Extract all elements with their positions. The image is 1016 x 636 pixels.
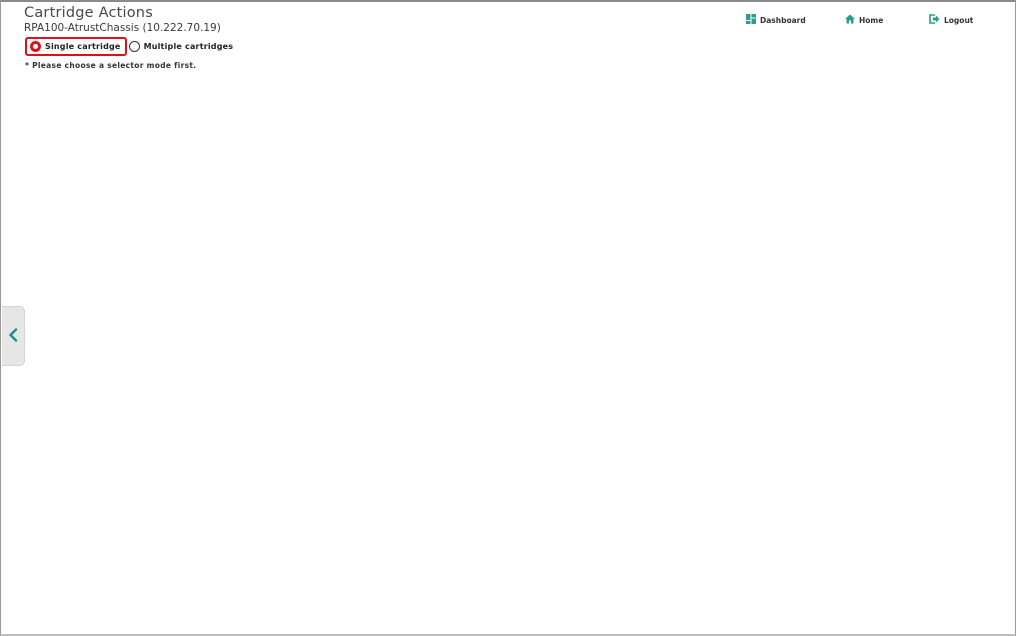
selector-hint: * Please choose a selector mode first.: [25, 61, 197, 70]
home-link-label: Home: [859, 15, 884, 25]
single-cartridge-label: Single cartridge: [45, 41, 121, 51]
multiple-cartridges-radio[interactable]: [128, 40, 140, 52]
logout-link-label: Logout: [944, 15, 974, 25]
chevron-left-icon: [8, 327, 18, 346]
dashboard-link[interactable]: Dashboard: [746, 13, 806, 27]
app-window: Cartridge Actions RPA100-AtrustChassis (…: [0, 0, 1016, 636]
page-title: Cartridge Actions: [24, 5, 153, 21]
dashboard-link-label: Dashboard: [760, 15, 806, 25]
selector-mode-group: Single cartridge Multiple cartridges: [25, 36, 234, 56]
grid-icon: [746, 14, 756, 26]
sidebar-toggle-button[interactable]: [2, 306, 25, 366]
home-icon: [845, 14, 855, 26]
single-cartridge-radio[interactable]: [30, 40, 41, 52]
single-cartridge-option[interactable]: Single cartridge: [25, 36, 127, 56]
multiple-cartridges-option[interactable]: Multiple cartridges: [128, 37, 234, 55]
multiple-cartridges-label: Multiple cartridges: [143, 41, 234, 51]
logout-link[interactable]: Logout: [929, 13, 973, 27]
home-link[interactable]: Home: [845, 13, 883, 27]
logout-icon: [929, 14, 940, 26]
chassis-subtitle: RPA100-AtrustChassis (10.222.70.19): [24, 22, 221, 34]
